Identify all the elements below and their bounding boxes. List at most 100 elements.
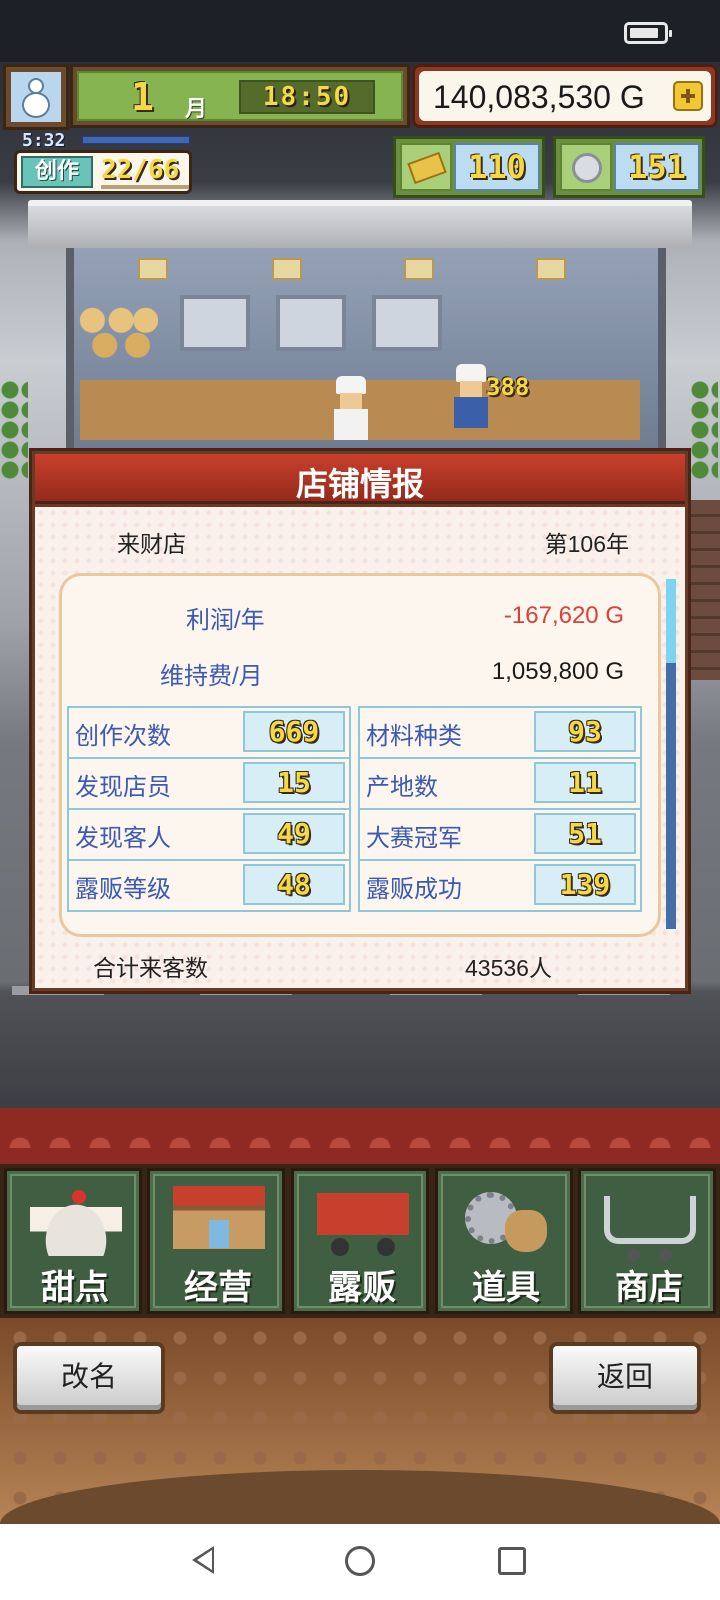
upkeep-value: 1,059,800 G (491, 658, 624, 685)
menu-label: 道具 (472, 1268, 540, 1308)
dialog-title: 店铺情报 (295, 465, 424, 503)
dialog-body[interactable]: 来财店 第106年 利润/年 -167,620 G 维持费/月 1,059,80… (35, 507, 685, 988)
create-count: 22/66 (101, 155, 180, 185)
clock: 18:50 (239, 80, 375, 114)
rename-button[interactable]: 改名 (13, 1342, 165, 1414)
stat-value: 139 (534, 864, 636, 905)
ticket-counter[interactable]: 110 (393, 136, 545, 198)
shop-name: 来财店 (117, 531, 186, 557)
stat-label: 发现客人 (75, 825, 171, 852)
lamp-icon (272, 258, 302, 280)
menu-label: 露贩 (328, 1268, 396, 1308)
clock-time: 18:50 (262, 82, 352, 112)
main-menu: 甜点 经营 露贩 道具 商店 (0, 1164, 720, 1318)
create-timer-bar (82, 136, 190, 144)
profit-value: -167,620 G (503, 602, 624, 629)
ticket-icon (407, 151, 447, 185)
stat-row: 产地数 11 (360, 759, 640, 808)
add-money-button[interactable] (673, 81, 703, 111)
menu-label: 甜点 (41, 1268, 109, 1308)
stat-label: 发现店员 (75, 774, 171, 801)
oven (276, 295, 346, 351)
stat-label: 露贩成功 (366, 876, 462, 903)
player-avatar[interactable] (3, 64, 69, 130)
stat-row: 大赛冠军 51 (360, 810, 640, 859)
tools-icon (461, 1186, 553, 1256)
total-customers-value: 43536人 (465, 955, 552, 981)
medal-icon (572, 153, 602, 183)
system-nav-bar (0, 1524, 720, 1600)
stat-label: 大赛冠军 (366, 825, 462, 852)
shop-info-dialog: 店铺情报 来财店 第106年 利润/年 -167,620 G 维持费/月 1,0… (29, 448, 691, 994)
stat-row: 创作次数 669 (69, 708, 349, 757)
stat-value: 11 (534, 762, 636, 803)
stat-label: 材料种类 (366, 723, 462, 750)
shop-icon (173, 1186, 265, 1256)
create-timer: 5:32 (22, 130, 66, 151)
status-bar (0, 0, 720, 62)
create-box: 创作 22/66 (14, 150, 192, 194)
create-progress-bar (101, 185, 189, 189)
shop-year: 第106年 (544, 531, 629, 557)
menu-label: 经营 (184, 1268, 252, 1308)
stat-row: 发现店员 15 (69, 759, 349, 808)
battery-icon (624, 22, 672, 44)
menu-items-button[interactable]: 道具 (435, 1168, 573, 1314)
lamp-icon (138, 258, 168, 280)
menu-food-truck-button[interactable]: 露贩 (291, 1168, 429, 1314)
nav-back-icon[interactable] (192, 1546, 214, 1574)
stat-label: 露贩等级 (75, 876, 171, 903)
stats-grid-right: 材料种类 93 产地数 11 大赛冠军 51 露贩成功 139 (358, 706, 642, 912)
decor-band (0, 1108, 720, 1164)
cake-icon (30, 1186, 122, 1256)
chef-character (334, 376, 368, 440)
chef-character (454, 364, 488, 428)
stat-row: 露贩等级 48 (69, 861, 349, 910)
menu-dessert-button[interactable]: 甜点 (4, 1168, 142, 1314)
stats-grid-left: 创作次数 669 发现店员 15 发现客人 49 露贩等级 48 (67, 706, 351, 912)
plant (0, 380, 28, 480)
stat-label: 创作次数 (75, 723, 171, 750)
stat-row: 露贩成功 139 (360, 861, 640, 910)
plant (690, 380, 718, 480)
medal-counter[interactable]: 151 (553, 136, 705, 198)
dialog-title-bar: 店铺情报 (35, 454, 685, 504)
money-amount: 140,083,530 G (433, 79, 645, 115)
stat-value: 93 (534, 711, 636, 752)
stat-label: 产地数 (366, 774, 438, 801)
create-status[interactable]: 5:32 创作 22/66 (4, 130, 196, 196)
food-truck-icon (317, 1186, 409, 1256)
menu-management-button[interactable]: 经营 (147, 1168, 285, 1314)
stat-value: 48 (243, 864, 345, 905)
month-label: 月 (185, 97, 208, 122)
back-button[interactable]: 返回 (549, 1342, 701, 1414)
stat-value: 15 (243, 762, 345, 803)
total-customers-label: 合计来客数 (93, 955, 208, 981)
lamp-icon (404, 258, 434, 280)
nav-home-icon[interactable] (345, 1546, 375, 1576)
score-popup: 388 (486, 373, 530, 401)
menu-label: 商店 (615, 1268, 683, 1308)
snowman-head-icon (28, 78, 44, 94)
month-number: 1 (131, 75, 154, 119)
menu-store-button[interactable]: 商店 (578, 1168, 716, 1314)
snowman-icon (22, 92, 50, 118)
stat-row: 材料种类 93 (360, 708, 640, 757)
medal-count: 151 (614, 143, 700, 191)
stat-row: 发现客人 49 (69, 810, 349, 859)
scroll-thumb[interactable] (666, 579, 676, 663)
ticket-count: 110 (454, 143, 540, 191)
stat-value: 49 (243, 813, 345, 854)
nav-recents-icon[interactable] (498, 1547, 526, 1575)
dialog-scrollbar[interactable] (666, 579, 676, 929)
create-label: 创作 (21, 156, 93, 188)
lamp-icon (536, 258, 566, 280)
profit-label: 利润/年 (186, 607, 265, 634)
stats-panel[interactable]: 利润/年 -167,620 G 维持费/月 1,059,800 G 创作次数 6… (59, 573, 661, 937)
date-panel: 1 月 18:50 (70, 64, 410, 128)
stat-value: 51 (534, 813, 636, 854)
cart-icon (604, 1196, 696, 1262)
stat-value: 669 (243, 711, 345, 752)
oven (180, 295, 250, 351)
shop-awning (28, 200, 692, 248)
